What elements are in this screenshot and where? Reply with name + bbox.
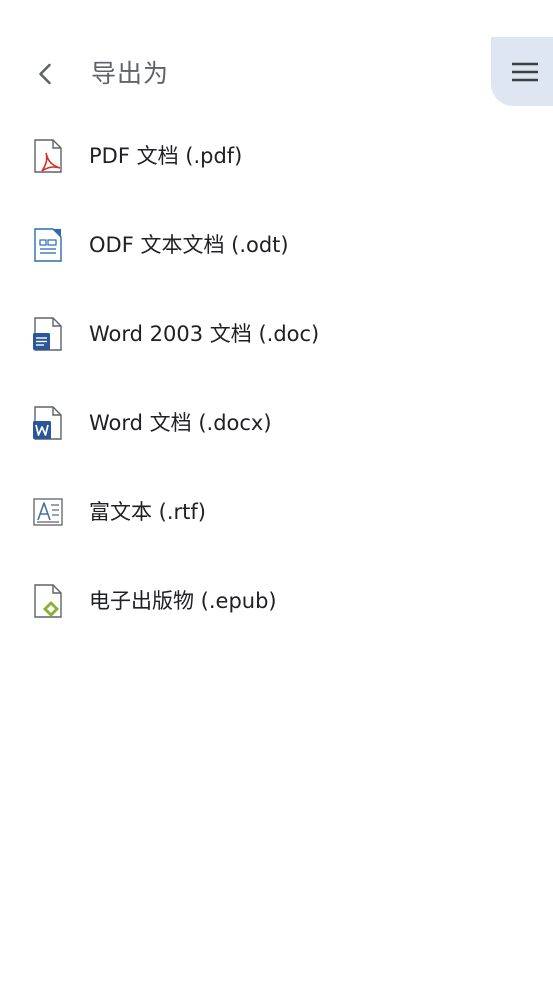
export-option-pdf[interactable]: PDF 文档 (.pdf) — [0, 112, 553, 201]
export-option-label: Word 文档 (.docx) — [89, 411, 272, 435]
menu-button[interactable] — [491, 37, 553, 106]
odt-file-icon — [34, 228, 62, 262]
export-option-rtf[interactable]: 富文本 (.rtf) — [0, 468, 553, 557]
export-option-label: Word 2003 文档 (.doc) — [89, 322, 320, 346]
docx-file-icon — [33, 406, 62, 440]
app-header: 导出为 — [0, 0, 553, 120]
export-format-list: PDF 文档 (.pdf) ODF 文本文档 (.odt) Word 2003 … — [0, 112, 553, 646]
epub-file-icon — [34, 584, 62, 618]
export-option-odt[interactable]: ODF 文本文档 (.odt) — [0, 201, 553, 290]
export-option-label: ODF 文本文档 (.odt) — [89, 233, 289, 257]
export-option-docx[interactable]: Word 文档 (.docx) — [0, 379, 553, 468]
pdf-file-icon — [34, 139, 62, 173]
doc-file-icon — [33, 317, 62, 351]
back-button[interactable] — [22, 50, 70, 98]
export-option-label: 富文本 (.rtf) — [89, 500, 206, 524]
hamburger-menu-icon — [512, 62, 538, 81]
export-option-doc[interactable]: Word 2003 文档 (.doc) — [0, 290, 553, 379]
export-option-epub[interactable]: 电子出版物 (.epub) — [0, 557, 553, 646]
export-option-label: 电子出版物 (.epub) — [89, 589, 277, 613]
page-title: 导出为 — [91, 59, 170, 88]
chevron-left-icon — [39, 63, 51, 85]
export-option-label: PDF 文档 (.pdf) — [89, 144, 243, 168]
rtf-file-icon — [33, 498, 63, 526]
